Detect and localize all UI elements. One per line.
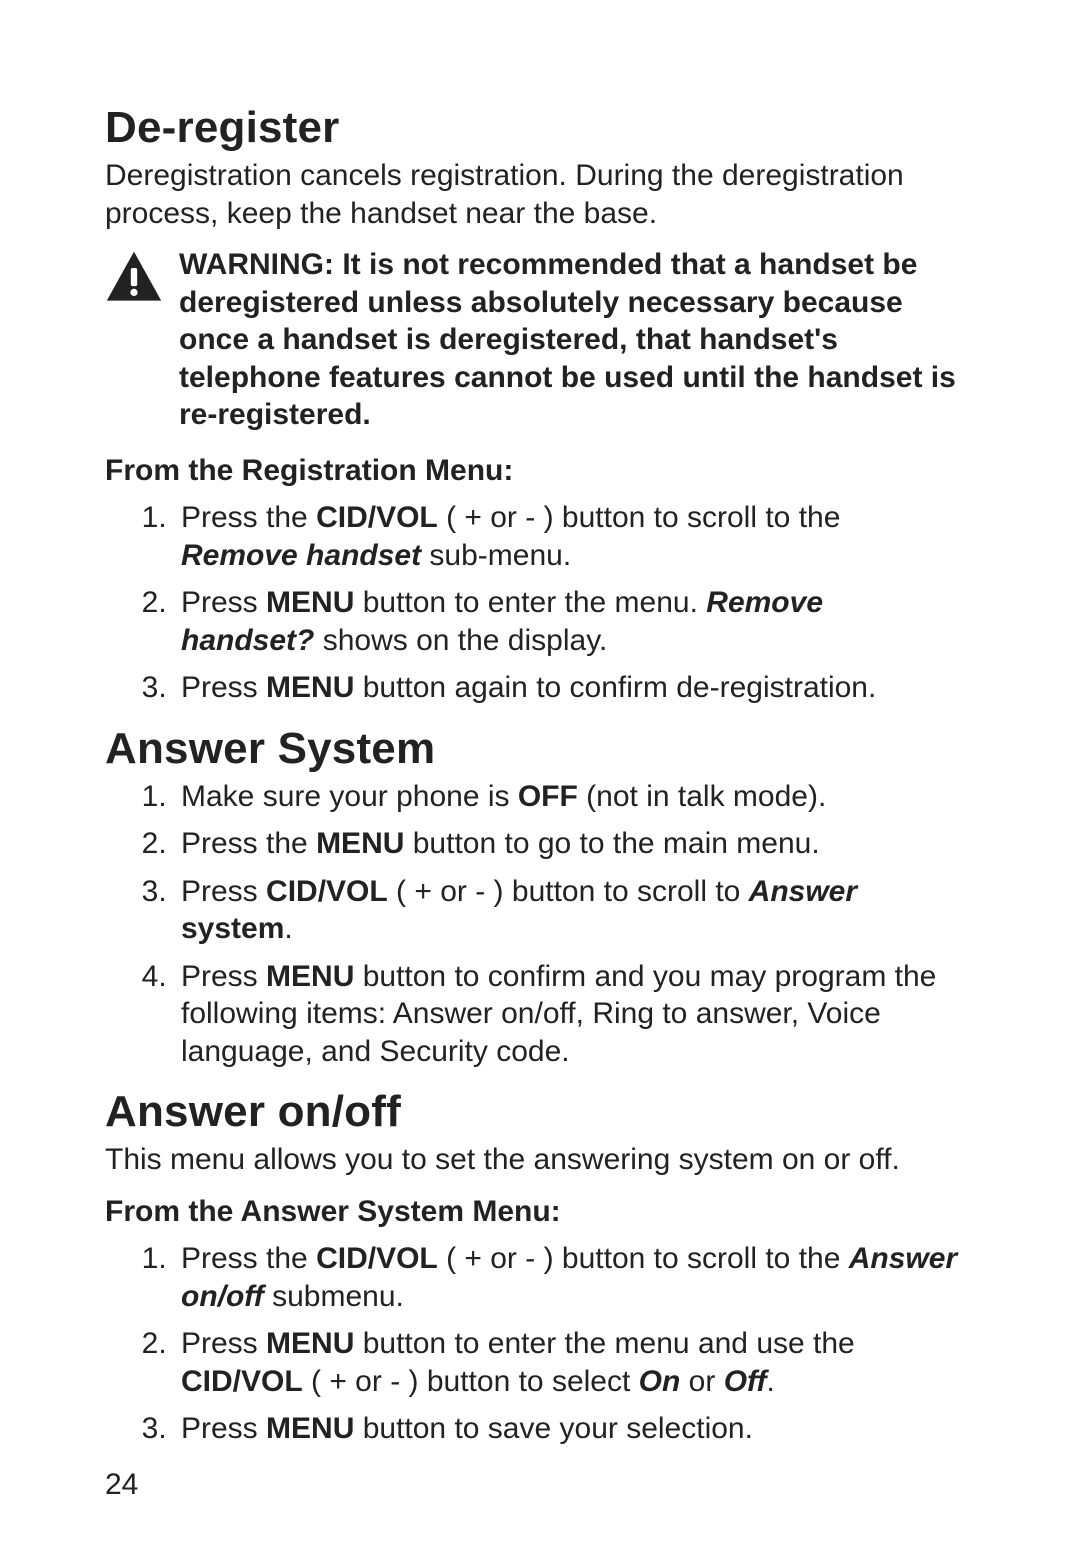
list-item: Press MENU button to save your selection… xyxy=(175,1410,960,1448)
answer-onoff-intro: This menu allows you to set the answerin… xyxy=(105,1141,960,1179)
list-item: Press the CID/VOL ( + or - ) button to s… xyxy=(175,499,960,574)
warning-label: WARNING: xyxy=(179,248,334,281)
deregister-subhead: From the Registration Menu: xyxy=(105,452,960,490)
manual-page: De-register Deregistration cancels regis… xyxy=(0,0,1080,1563)
list-item: Press the CID/VOL ( + or - ) button to s… xyxy=(175,1240,960,1315)
heading-answer-onoff: Answer on/off xyxy=(105,1084,960,1139)
list-item: Press CID/VOL ( + or - ) button to scrol… xyxy=(175,873,960,948)
warning-text: WARNING: It is not recommended that a ha… xyxy=(179,246,960,434)
answer-onoff-subhead: From the Answer System Menu: xyxy=(105,1193,960,1231)
heading-deregister: De-register xyxy=(105,100,960,155)
list-item: Press MENU button to confirm and you may… xyxy=(175,958,960,1071)
deregister-steps: Press the CID/VOL ( + or - ) button to s… xyxy=(105,499,960,707)
list-item: Press MENU button to enter the menu and … xyxy=(175,1325,960,1400)
list-item: Press MENU button again to confirm de-re… xyxy=(175,669,960,707)
warning-block: WARNING: It is not recommended that a ha… xyxy=(105,246,960,434)
answer-onoff-steps: Press the CID/VOL ( + or - ) button to s… xyxy=(105,1240,960,1448)
list-item: Press MENU button to enter the menu. Rem… xyxy=(175,584,960,659)
answer-system-steps: Make sure your phone is OFF (not in talk… xyxy=(105,778,960,1071)
heading-answer-system: Answer System xyxy=(105,721,960,776)
deregister-intro: Deregistration cancels registration. Dur… xyxy=(105,157,960,232)
list-item: Make sure your phone is OFF (not in talk… xyxy=(175,778,960,816)
warning-icon xyxy=(105,246,163,316)
list-item: Press the MENU button to go to the main … xyxy=(175,825,960,863)
page-number: 24 xyxy=(105,1466,960,1504)
